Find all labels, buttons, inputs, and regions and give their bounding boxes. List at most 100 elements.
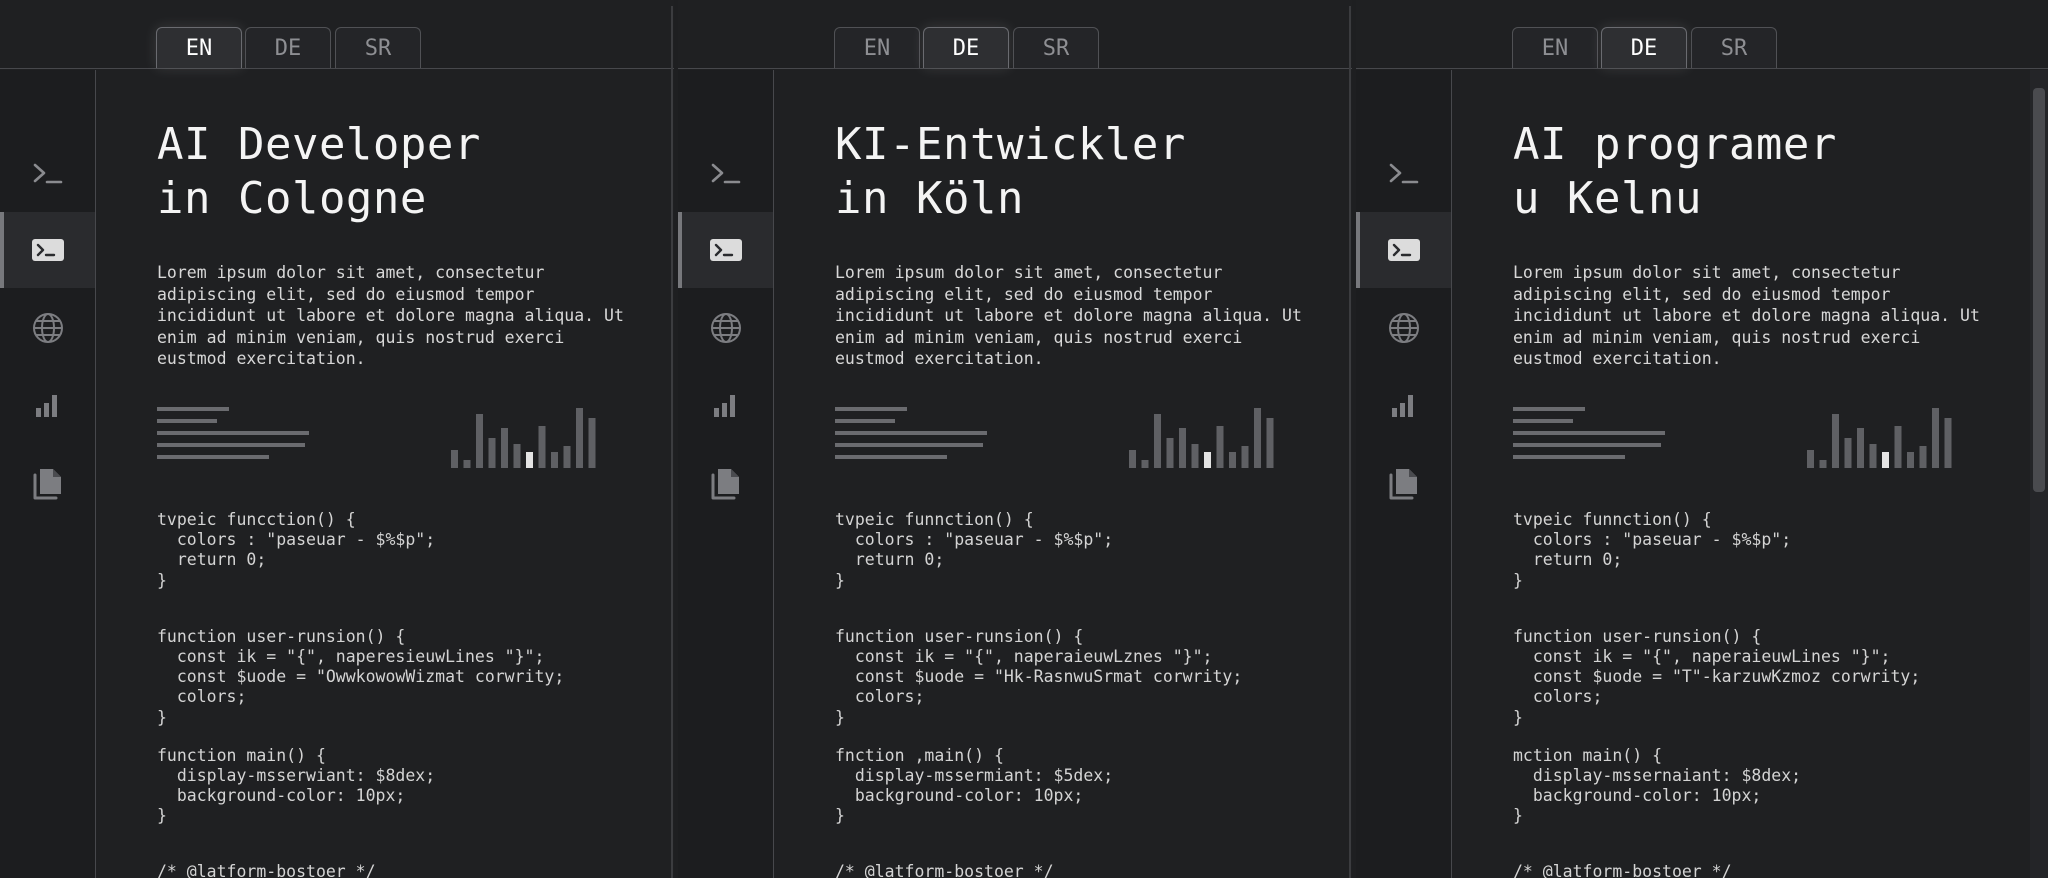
- tab-de[interactable]: DE: [1601, 27, 1687, 68]
- code-gap: [835, 591, 1242, 609]
- placeholder-line: [1513, 419, 1573, 423]
- bar-chart-icon: [33, 390, 63, 420]
- code-gap: [157, 591, 564, 609]
- mini-bar: [463, 460, 471, 468]
- sidebar-item-bar-chart[interactable]: [0, 367, 95, 443]
- code-gap: [835, 826, 1242, 844]
- paragraph-line: adipiscing elit, sed do eiusmod tempor: [157, 284, 535, 304]
- paragraph-line: incididunt ut labore et dolore magna ali…: [1513, 306, 1980, 325]
- sidebar-item-terminal-window[interactable]: [0, 212, 95, 288]
- code-line: return 0;: [835, 550, 945, 570]
- code-line: /* @latform-bostoer */: [1513, 862, 1732, 878]
- sidebar-item-terminal-window[interactable]: [678, 212, 773, 288]
- placeholder-line: [157, 443, 305, 447]
- code-line: mction main() {: [1513, 745, 1663, 765]
- sidebar-item-documents[interactable]: [0, 446, 95, 522]
- code-line: function user-runsion() {: [835, 626, 1084, 646]
- mini-bar: [1894, 426, 1902, 468]
- panel-de: EN DE SR KI-Entwickler in Köln Lorem ipsum do…: [678, 0, 1352, 878]
- code-line: colors;: [835, 687, 925, 707]
- mini-bar: [538, 426, 546, 468]
- code-line: }: [1513, 806, 1523, 826]
- code-gap: [835, 844, 1242, 862]
- mini-bar: [1819, 460, 1827, 468]
- code-line: tvpeic funnction() {: [835, 510, 1034, 529]
- tab-sr[interactable]: SR: [335, 27, 421, 68]
- sidebar-item-globe[interactable]: [0, 290, 95, 366]
- sidebar-item-terminal[interactable]: [1356, 135, 1451, 211]
- sidebar-item-bar-chart[interactable]: [678, 367, 773, 443]
- mini-bar: [1869, 444, 1877, 468]
- mini-bar: [1844, 438, 1852, 468]
- terminal-icon: [709, 159, 743, 187]
- mini-bar: [1204, 452, 1211, 468]
- code-line: colors : "paseuar - $%$p";: [1513, 530, 1792, 550]
- sidebar-item-terminal[interactable]: [678, 135, 773, 211]
- placeholder-line: [157, 407, 229, 411]
- mini-bar: [1166, 438, 1174, 468]
- code-gap: [835, 609, 1242, 627]
- tab-en[interactable]: EN: [834, 27, 920, 68]
- intro-paragraph: Lorem ipsum dolor sit amet, consectetur a…: [157, 262, 647, 370]
- bar-chart-icon: [711, 390, 741, 420]
- mini-bar: [1154, 414, 1161, 468]
- paragraph-line: adipiscing elit, sed do eiusmod tempor: [1513, 284, 1891, 304]
- code-line: }: [157, 707, 167, 727]
- sidebar-item-globe[interactable]: [1356, 290, 1451, 366]
- bar-chart-icon: [1389, 390, 1419, 420]
- placeholder-line: [835, 443, 983, 447]
- code-line: colors : "paseuar - $%$p";: [157, 530, 436, 550]
- title-line: in Köln: [835, 173, 1024, 224]
- tab-en[interactable]: EN: [156, 27, 242, 68]
- terminal-window-icon: [30, 236, 66, 264]
- placeholder-line: [1513, 407, 1585, 411]
- tab-de[interactable]: DE: [923, 27, 1009, 68]
- icon-sidebar: [0, 70, 96, 878]
- sidebar-item-terminal-window[interactable]: [1356, 212, 1451, 288]
- code-line: display-msserwiant: $8dex;: [157, 765, 436, 785]
- paragraph-line: eustmod exercitation.: [835, 349, 1044, 368]
- code-line: }: [1513, 570, 1523, 590]
- main-content: KI-Entwickler in Köln Lorem ipsum dolor si…: [835, 118, 1322, 370]
- terminal-icon: [31, 159, 65, 187]
- mini-bar: [513, 444, 521, 468]
- terminal-window-icon: [708, 236, 744, 264]
- mini-bar: [451, 450, 458, 468]
- paragraph-line: eustmod exercitation.: [157, 349, 366, 368]
- sidebar-item-terminal[interactable]: [0, 135, 95, 211]
- intro-paragraph: Lorem ipsum dolor sit amet, consectetur a…: [1513, 262, 2003, 370]
- code-line: colors;: [157, 687, 247, 707]
- paragraph-line: Lorem ipsum dolor sit amet, consectetur: [157, 263, 545, 282]
- placeholder-line: [835, 407, 907, 411]
- tab-en[interactable]: EN: [1512, 27, 1598, 68]
- mini-bar: [1191, 444, 1199, 468]
- sidebar-item-documents[interactable]: [1356, 446, 1451, 522]
- mini-bar: [1944, 418, 1952, 468]
- terminal-window-icon: [1386, 236, 1422, 264]
- paragraph-line: eustmod exercitation.: [1513, 349, 1722, 368]
- code-block: tvpeic funnction() { colors : "paseuar -…: [1513, 510, 1920, 878]
- code-gap: [1513, 728, 1920, 746]
- code-line: function user-runsion() {: [157, 626, 406, 646]
- sidebar-item-bar-chart[interactable]: [1356, 367, 1451, 443]
- tab-sr[interactable]: SR: [1691, 27, 1777, 68]
- code-gap: [835, 728, 1242, 746]
- panel-en: EN DE SR AI Developer in Cologne Lorem ipsum …: [0, 0, 674, 878]
- scrollbar-thumb[interactable]: [2033, 88, 2045, 492]
- code-line: const $uode = "OwwkowowWizmat corwrity;: [157, 667, 565, 687]
- documents-icon: [1387, 466, 1421, 502]
- sidebar-item-documents[interactable]: [678, 446, 773, 522]
- documents-icon: [31, 466, 65, 502]
- code-line: function main() {: [157, 745, 326, 765]
- sidebar-item-globe[interactable]: [678, 290, 773, 366]
- mini-bar: [476, 414, 483, 468]
- mini-bar: [1266, 418, 1274, 468]
- mini-bar: [1216, 426, 1224, 468]
- tab-sr[interactable]: SR: [1013, 27, 1099, 68]
- code-line: display-mssernaiant: $8dex;: [1513, 765, 1802, 785]
- icon-sidebar: [1356, 70, 1452, 878]
- code-line: return 0;: [1513, 550, 1623, 570]
- paragraph-line: enim ad minim veniam, quis nostrud exerc…: [157, 327, 565, 347]
- placeholder-line: [1513, 443, 1661, 447]
- tab-de[interactable]: DE: [245, 27, 331, 68]
